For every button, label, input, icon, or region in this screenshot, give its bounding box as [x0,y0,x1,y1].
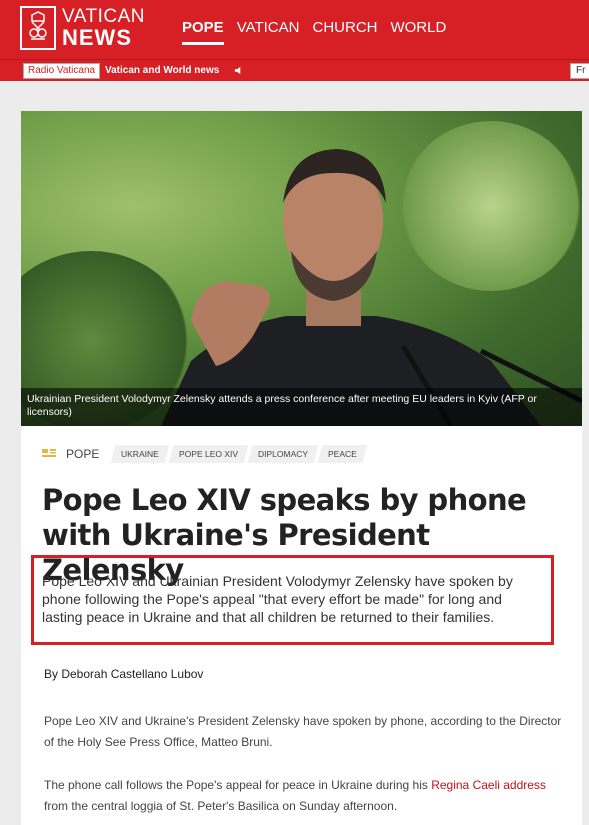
logo-text-bottom: NEWS [62,25,132,50]
section-icon [42,449,56,457]
tag-ukraine[interactable]: UKRAINE [110,445,170,463]
article-paragraph-2: The phone call follows the Pope's appeal… [44,775,564,817]
vatican-news-logo[interactable]: VATICAN NEWS [20,6,145,50]
regina-caeli-link[interactable]: Regina Caeli address [431,778,546,792]
nav-item-church[interactable]: CHURCH [312,19,377,45]
photo-caption: Ukrainian President Volodymyr Zelensky a… [21,388,582,426]
tag-bar: POPE UKRAINE POPE LEO XIV DIPLOMACY PEAC… [42,445,369,463]
tag-label: POPE LEO XIV [179,449,239,459]
tag-diplomacy[interactable]: DIPLOMACY [247,445,319,463]
tag-peace[interactable]: PEACE [317,445,368,463]
site-header: VATICAN NEWS POPE VATICAN CHURCH WORLD [0,0,589,59]
radio-program-label: Vatican and World news [105,65,220,76]
nav-item-vatican[interactable]: VATICAN [237,19,300,45]
speaker-icon[interactable] [234,66,243,75]
logo-text-top: VATICAN [62,6,146,27]
main-nav: POPE VATICAN CHURCH WORLD [182,19,459,45]
article-card: Ukrainian President Volodymyr Zelensky a… [21,111,582,825]
tag-label: PEACE [328,449,358,459]
tag-pope-leo-xiv[interactable]: POPE LEO XIV [168,445,249,463]
section-label[interactable]: POPE [66,447,99,461]
language-button[interactable]: Fr [570,63,589,79]
paragraph-text: from the central loggia of St. Peter's B… [44,799,398,813]
tag-label: DIPLOMACY [258,449,309,459]
nav-item-pope[interactable]: POPE [182,19,224,45]
nav-item-world[interactable]: WORLD [390,19,446,45]
article-intro: Pope Leo XIV and Ukrainian President Vol… [42,573,513,625]
zelensky-photo [161,149,582,426]
radio-bar: Radio Vaticana Vatican and World news Fr [0,59,589,81]
tag-label: UKRAINE [121,449,160,459]
radio-vaticana-button[interactable]: Radio Vaticana [23,63,101,79]
article-paragraph-1: Pope Leo XIV and Ukraine's President Zel… [44,714,562,749]
article-byline: By Deborah Castellano Lubov [44,667,204,681]
papal-crest-icon [20,6,56,50]
paragraph-text: The phone call follows the Pope's appeal… [44,778,432,792]
hero-image: Ukrainian President Volodymyr Zelensky a… [21,111,582,426]
